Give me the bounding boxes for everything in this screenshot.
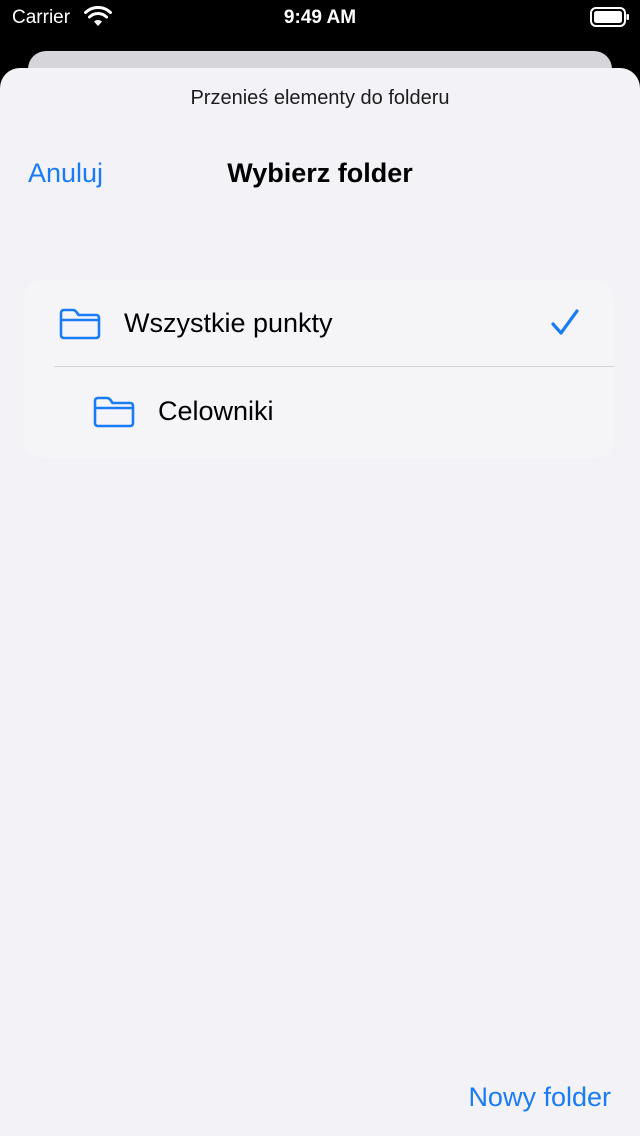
folder-row-celowniki[interactable]: Celowniki <box>24 368 614 456</box>
move-to-folder-sheet: Przenieś elementy do folderu Anuluj Wybi… <box>0 68 640 1136</box>
checkmark-icon <box>551 309 579 335</box>
folder-label: Wszystkie punkty <box>124 308 333 338</box>
sheet-prompt: Przenieś elementy do folderu <box>190 87 450 109</box>
folder-list: Wszystkie punkty Celowniki <box>24 280 614 458</box>
row-divider <box>54 366 614 367</box>
folder-icon <box>93 396 135 428</box>
cancel-button[interactable]: Anuluj <box>28 158 103 189</box>
folder-label: Celowniki <box>158 396 274 426</box>
status-time: 9:49 AM <box>283 7 357 28</box>
battery-icon <box>590 7 629 27</box>
folder-icon <box>59 308 101 340</box>
new-folder-button[interactable]: Nowy folder <box>468 1082 611 1113</box>
status-bar: Carrier 9:49 AM <box>0 0 640 40</box>
screen: Carrier 9:49 AM Przenieś elementy do fol… <box>0 0 640 1136</box>
folder-row-all-points[interactable]: Wszystkie punkty <box>24 280 614 368</box>
